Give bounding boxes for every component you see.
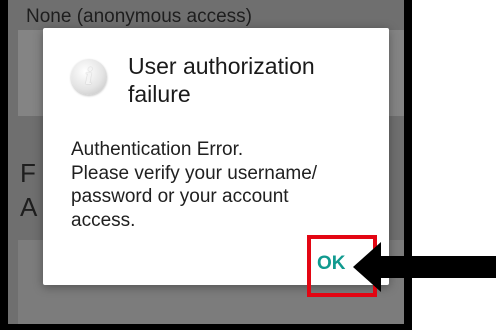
dialog-title-line: User authorization xyxy=(128,53,315,79)
pointer-arrow-shaft xyxy=(380,256,496,278)
info-icon: i xyxy=(71,59,107,95)
dialog-title: User authorization failure xyxy=(128,52,358,108)
background-label-fragment: F xyxy=(20,158,36,188)
dialog-title-line: failure xyxy=(128,81,191,107)
dialog-message-line: Authentication Error. xyxy=(71,139,244,160)
dialog-message-line: password or your account xyxy=(71,186,289,207)
background-label-fragment: A xyxy=(20,192,38,222)
dialog-message-line: Please verify your username/ xyxy=(71,162,318,184)
dialog-message: Authentication Error. Please verify your… xyxy=(71,138,371,232)
pointer-arrow-head xyxy=(353,242,381,292)
background-field-text: None (anonymous access) xyxy=(26,6,252,27)
ok-button[interactable]: OK xyxy=(317,253,346,275)
info-icon-glyph: i xyxy=(84,64,94,90)
dialog-message-line: access. xyxy=(71,209,136,231)
